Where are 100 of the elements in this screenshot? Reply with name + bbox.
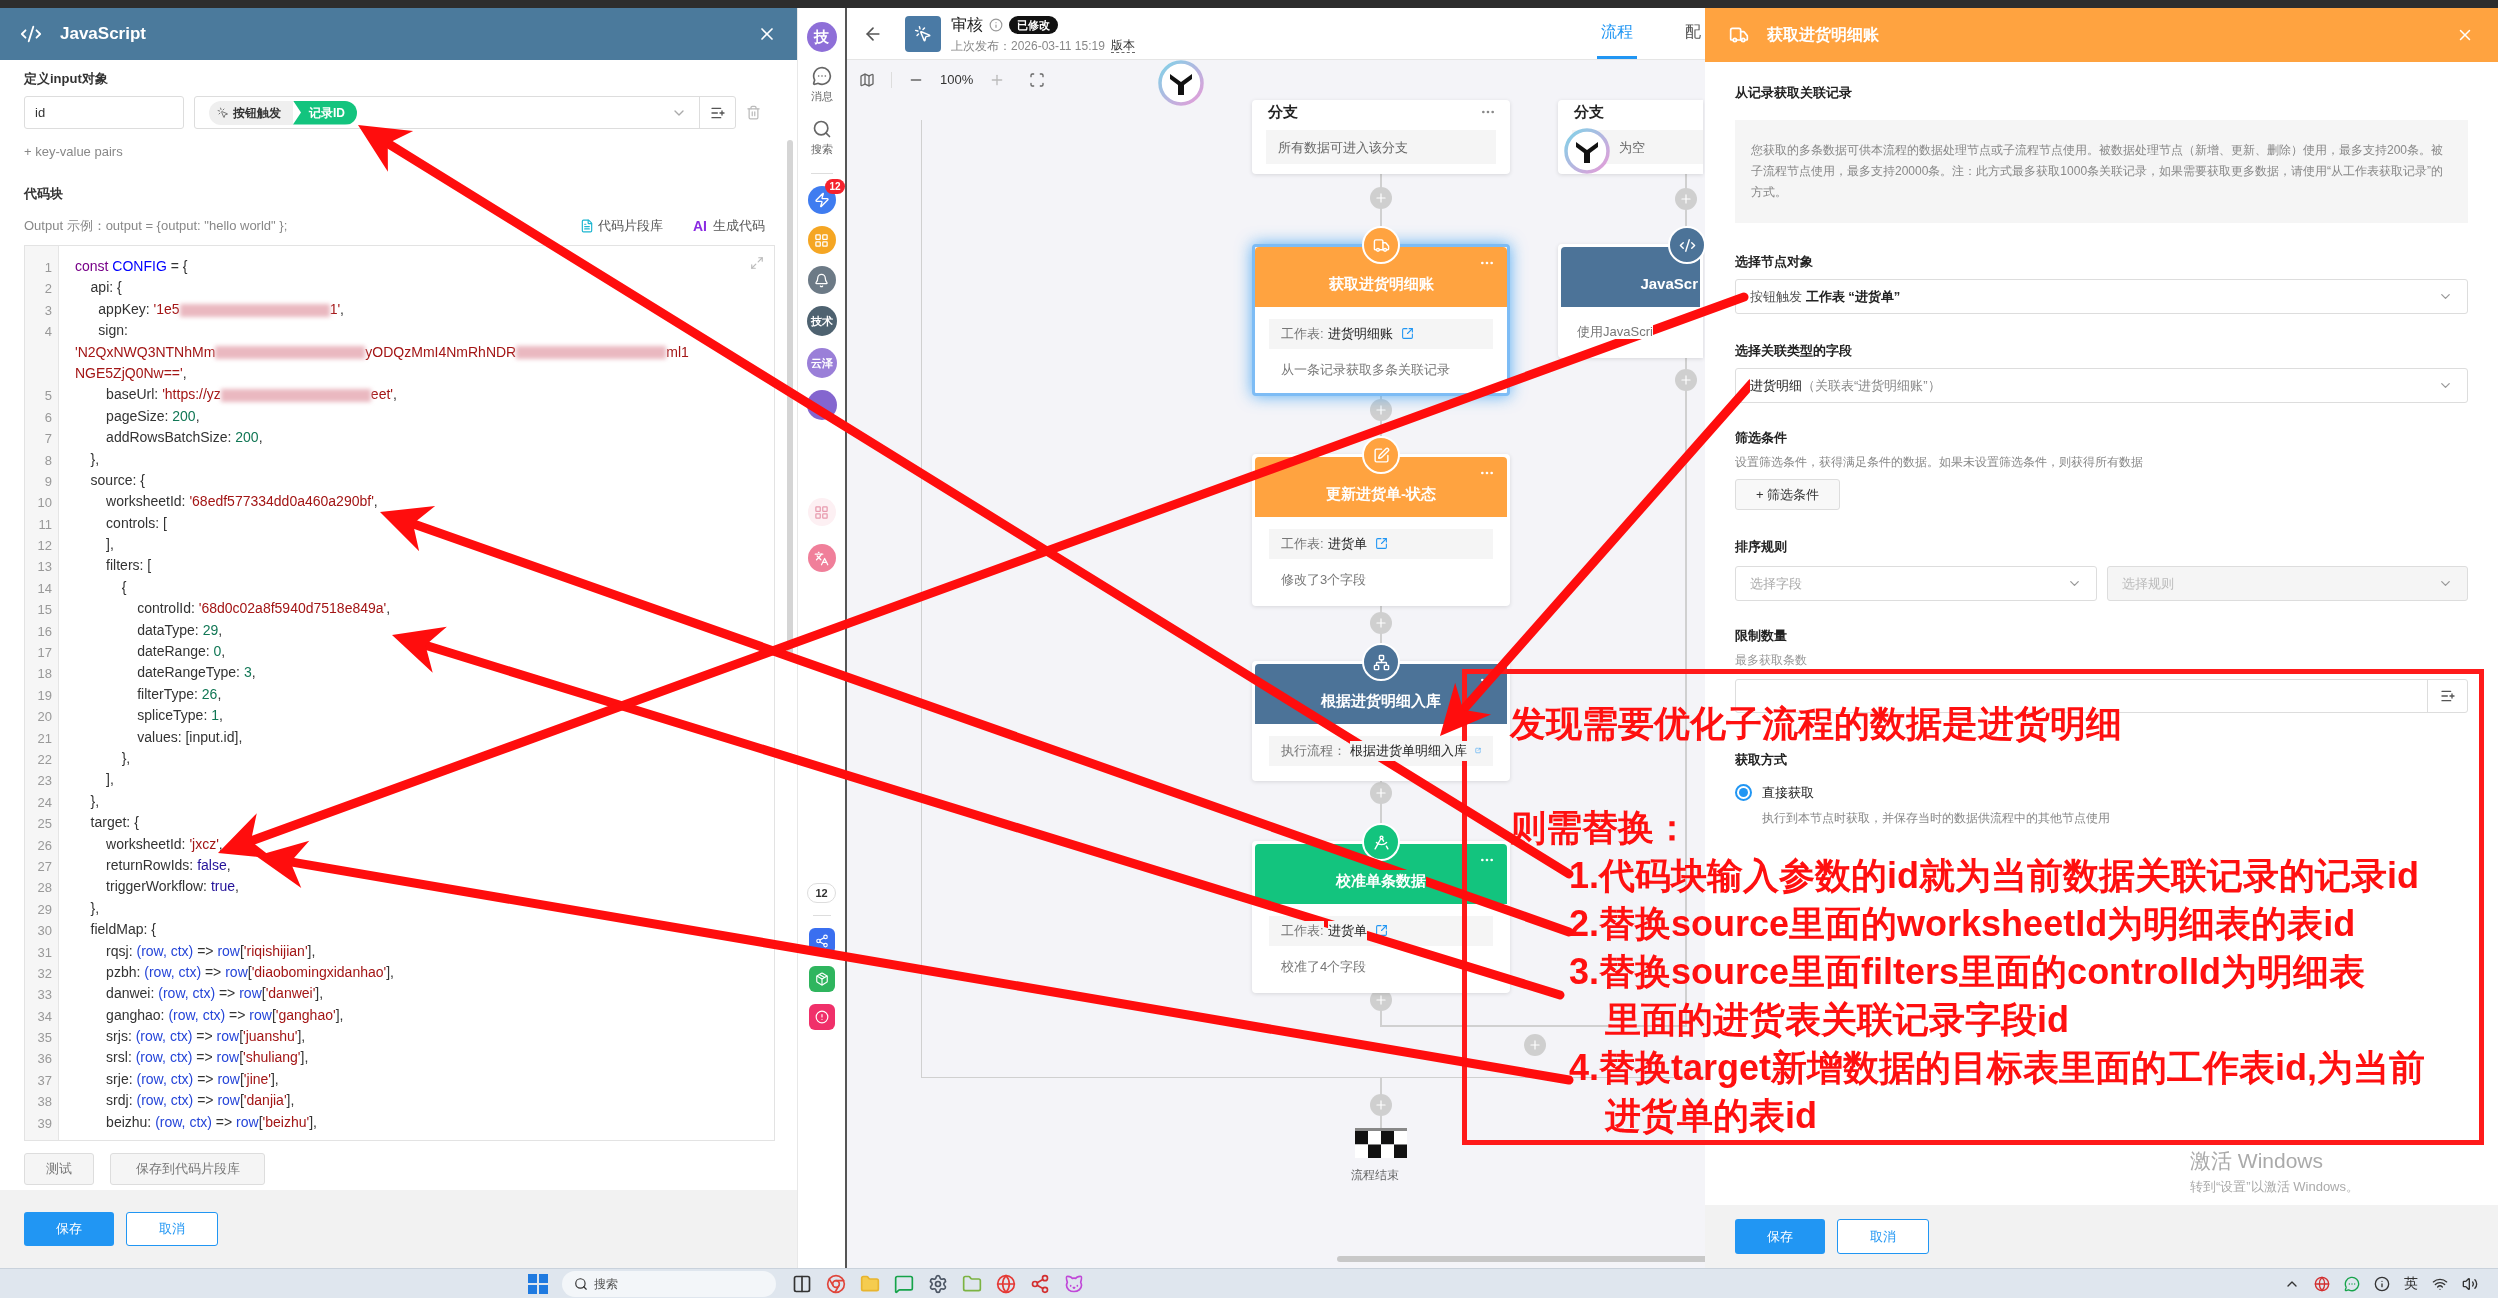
- folder-icon[interactable]: [860, 1273, 880, 1294]
- activation-hint: 转到“设置”以激活 Windows。: [2190, 1177, 2359, 1196]
- task-view-icon[interactable]: [792, 1273, 812, 1294]
- add-node-button[interactable]: [1370, 187, 1392, 209]
- speaker-icon[interactable]: [2462, 1275, 2478, 1292]
- code-line: target: {: [89, 813, 139, 833]
- plus-icon: [1374, 993, 1388, 1007]
- app-button[interactable]: [808, 1004, 835, 1030]
- field-description: 最多获取条数: [1735, 652, 1808, 669]
- line-number: 21: [37, 730, 52, 746]
- line-number: 24: [37, 794, 52, 810]
- map-icon[interactable]: [859, 71, 875, 88]
- globe-icon[interactable]: [996, 1273, 1016, 1294]
- add-node-button[interactable]: [1524, 1034, 1546, 1056]
- node-card[interactable]: JavaScr 使用JavaScri: [1558, 244, 1703, 358]
- external-link-icon[interactable]: [1400, 327, 1414, 341]
- document-icon: [580, 219, 594, 233]
- key-field[interactable]: id: [24, 96, 184, 129]
- save-snippet-button[interactable]: 保存到代码片段库: [110, 1153, 265, 1185]
- output-hint: Output 示例：output = {output: "hello world" };: [24, 217, 288, 235]
- add-node-button[interactable]: [1370, 399, 1392, 421]
- tray-info-icon[interactable]: [2374, 1275, 2390, 1292]
- line-number: 1: [44, 260, 52, 275]
- plus-icon: [1374, 403, 1388, 417]
- code-line: NGE5ZjQ0Nw==',: [74, 363, 187, 383]
- node-condition: 为空: [1619, 140, 1645, 155]
- external-link-icon[interactable]: [1374, 537, 1388, 551]
- input-method[interactable]: 英: [2404, 1273, 2418, 1294]
- share-icon[interactable]: [1030, 1273, 1050, 1294]
- add-pair-link[interactable]: + key-value pairs: [24, 143, 123, 161]
- external-link-icon[interactable]: [1374, 924, 1388, 938]
- add-node-button[interactable]: [1370, 612, 1392, 634]
- fit-view-icon[interactable]: [1029, 71, 1046, 88]
- generate-code-link[interactable]: AI 生成代码: [693, 217, 765, 235]
- annotation-step: 3.替换source里面filters里面的controlId为明细表: [1569, 948, 2366, 996]
- chat-app-icon[interactable]: [894, 1273, 914, 1294]
- version-link[interactable]: 版本: [1110, 38, 1135, 53]
- annotation-step: 4.替换target新增数据的目标表里面的工作表id,为当前: [1569, 1044, 2426, 1092]
- line-number: 20: [37, 709, 52, 725]
- messages-button[interactable]: 消息: [810, 66, 833, 105]
- test-button[interactable]: 测试: [24, 1153, 94, 1185]
- list-add-icon: [2439, 688, 2456, 704]
- windows-logo-icon[interactable]: [528, 1273, 548, 1294]
- select-field[interactable]: 进货明细（关联表“进货明细账”）: [1735, 368, 2468, 403]
- app-button[interactable]: [807, 266, 836, 294]
- add-node-button[interactable]: [1370, 1094, 1392, 1116]
- browser-icon[interactable]: [826, 1273, 846, 1294]
- line-number: 8: [44, 452, 52, 468]
- cat-icon[interactable]: [1064, 1273, 1084, 1294]
- line-number: 30: [37, 923, 52, 939]
- app-button[interactable]: [808, 966, 835, 992]
- code-icon: [1678, 236, 1696, 254]
- add-filter-button[interactable]: + 筛选条件: [1735, 479, 1841, 510]
- user-avatar[interactable]: 技术: [806, 306, 837, 336]
- sheet-name: 进货单: [1327, 534, 1367, 554]
- line-number: 11: [38, 516, 52, 532]
- line-number: 4: [44, 324, 52, 340]
- branch-card[interactable]: 分支 所有数据可进入该分支: [1252, 100, 1510, 174]
- line-number: 37: [37, 1072, 52, 1088]
- snippet-library-link[interactable]: 代码片段库: [580, 217, 663, 235]
- plus-icon: [1374, 1098, 1388, 1112]
- line-number: 28: [37, 880, 52, 896]
- lightning-icon: [813, 192, 830, 208]
- code-line: ],: [105, 770, 114, 790]
- plus-icon: [1528, 1038, 1542, 1052]
- tray-app-icon[interactable]: [2314, 1275, 2330, 1292]
- value-select[interactable]: 按钮触发 记录ID: [194, 96, 736, 129]
- line-number: 33: [37, 987, 52, 1003]
- folder-icon[interactable]: [962, 1273, 982, 1294]
- code-editor[interactable]: [24, 245, 775, 1141]
- add-node-button[interactable]: [1675, 188, 1697, 210]
- user-avatar[interactable]: 技: [806, 22, 837, 52]
- expand-icon[interactable]: [750, 256, 764, 270]
- add-node-button[interactable]: [1370, 782, 1392, 804]
- trash-icon[interactable]: [746, 105, 761, 120]
- wechat-icon[interactable]: [2344, 1275, 2360, 1292]
- line-number: 16: [37, 623, 52, 639]
- line-number: 10: [37, 495, 52, 511]
- search-button[interactable]: 搜索: [810, 118, 833, 157]
- section-label: 定义input对象: [24, 70, 109, 88]
- info-icon[interactable]: [989, 17, 1003, 32]
- code-line: srje: (row, ctx) => row['jine'],: [105, 1069, 279, 1089]
- scrollbar-thumb[interactable]: [1337, 1256, 1705, 1262]
- add-node-button[interactable]: [1675, 369, 1697, 391]
- search-field[interactable]: 搜索: [562, 1270, 776, 1297]
- plus-icon: [1679, 192, 1693, 206]
- line-number: 31: [37, 944, 52, 960]
- select-placeholder: 选择字段: [1750, 574, 1802, 593]
- tab[interactable]: 配: [1681, 8, 1705, 59]
- line-number: 23: [37, 773, 52, 789]
- settings-icon[interactable]: [928, 1273, 948, 1294]
- code-line: },: [89, 791, 100, 811]
- radio-button[interactable]: [1735, 784, 1752, 802]
- node-card[interactable]: 更新进货单-状态 工作表: 进货单 修改了3个字段: [1252, 454, 1510, 606]
- select-field[interactable]: 按钮触发 工作表 “进货单”: [1735, 279, 2468, 314]
- app-button[interactable]: [807, 544, 836, 572]
- node-card[interactable]: 获取进货明细账 工作表: 进货明细账 从一条记录获取多条关联记录: [1252, 244, 1510, 396]
- node-note: 从一条记录获取多条关联记录: [1281, 361, 1450, 377]
- annotation-step: 里面的进货表关联记录字段id: [1605, 996, 2069, 1044]
- code-line: {: [120, 577, 127, 597]
